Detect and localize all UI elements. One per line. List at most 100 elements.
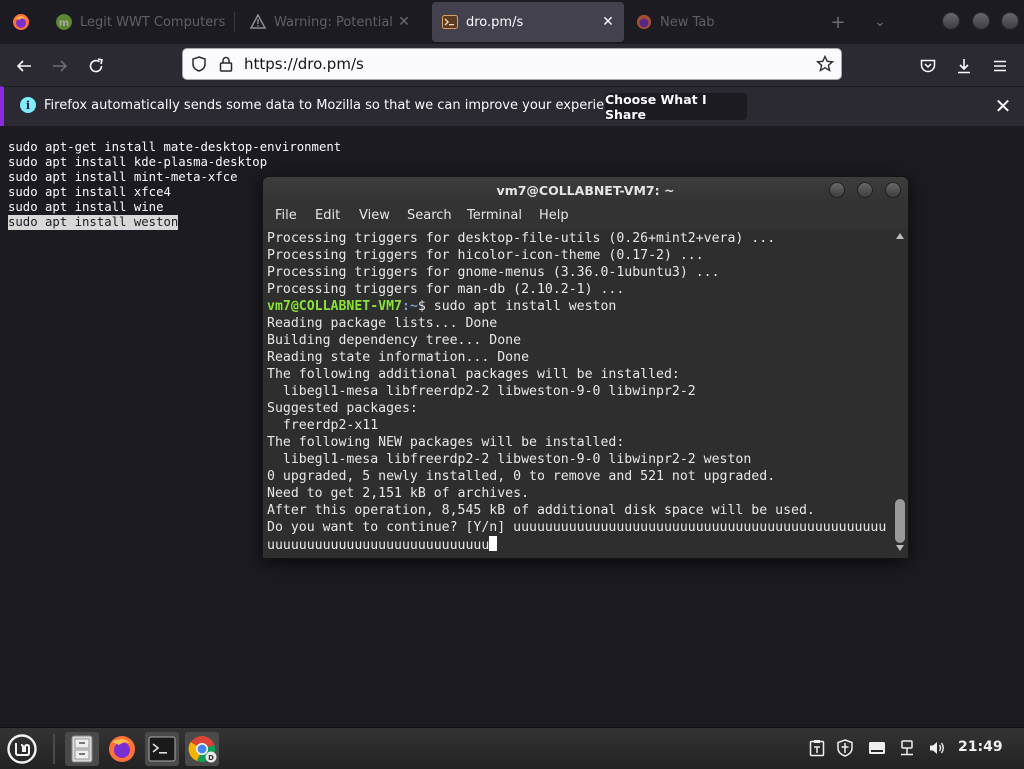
- menu-file[interactable]: File: [275, 208, 297, 223]
- terminal-output[interactable]: Processing triggers for desktop-file-uti…: [263, 229, 893, 557]
- network-icon[interactable]: [896, 737, 918, 759]
- scroll-up-arrow-icon[interactable]: [896, 233, 904, 239]
- output-line: Processing triggers for gnome-menus (3.3…: [267, 265, 720, 280]
- firefox-icon: [636, 14, 652, 30]
- back-button[interactable]: [10, 52, 38, 80]
- text-cursor: [489, 536, 498, 551]
- tab-security-warning[interactable]: Warning: Potential Security Risk ✕: [242, 2, 422, 42]
- menu-terminal[interactable]: Terminal: [467, 208, 522, 223]
- close-icon[interactable]: ✕: [992, 94, 1014, 118]
- close-icon[interactable]: ✕: [394, 12, 414, 32]
- forward-button[interactable]: [46, 52, 74, 80]
- file-manager-launcher[interactable]: [65, 732, 99, 766]
- menu-search[interactable]: Search: [407, 208, 452, 223]
- hamburger-menu-icon: [994, 60, 1006, 72]
- output-line: The following NEW packages will be insta…: [267, 435, 625, 450]
- choose-what-i-share-button[interactable]: Choose What I Share: [605, 92, 747, 122]
- tab-legit-computers[interactable]: m Legit WWT Computers: [48, 2, 228, 42]
- mint-menu-button[interactable]: [5, 732, 39, 766]
- terminal-window[interactable]: vm7@COLLABNET-VM7: ~ File Edit View Sear…: [262, 176, 909, 559]
- output-line: Need to get 2,151 kB of archives.: [267, 486, 530, 501]
- taskbar: D 21:49: [0, 727, 1024, 769]
- tab-title: Legit WWT Computers: [80, 14, 225, 30]
- firefox-view-button[interactable]: [8, 2, 38, 42]
- scroll-down-arrow-icon[interactable]: [896, 545, 904, 551]
- input-line[interactable]: uuuuuuuuuuuuuuuuuuuuuuuuuuuu: [267, 536, 886, 554]
- tab-title: Warning: Potential Security Risk: [274, 14, 394, 30]
- firefox-launcher[interactable]: [105, 732, 139, 766]
- terminal-maximize-button[interactable]: [857, 182, 873, 198]
- maximize-button[interactable]: [972, 12, 990, 30]
- output-line: libegl1-mesa libfreerdp2-2 libweston-9-0…: [267, 384, 696, 399]
- tab-strip: m Legit WWT Computers Warning: Potential…: [0, 0, 1024, 44]
- command-line: sudo apt install kde-plasma-desktop: [8, 155, 268, 169]
- menu-edit[interactable]: Edit: [315, 208, 340, 223]
- pocket-icon: [920, 59, 936, 73]
- selected-command-line[interactable]: sudo apt install weston: [8, 215, 179, 230]
- data-reporting-notification: i Firefox automatically sends some data …: [0, 86, 1024, 126]
- warning-icon: [250, 14, 266, 29]
- close-icon[interactable]: ✕: [598, 12, 618, 32]
- bookmark-star-icon[interactable]: [816, 55, 834, 73]
- list-all-tabs-chevron-down-icon[interactable]: ⌄: [870, 12, 890, 32]
- mint-logo-icon: [7, 734, 37, 764]
- terminal-page-icon: [442, 15, 458, 29]
- tab-separator: [234, 12, 235, 32]
- scrollbar-thumb[interactable]: [895, 499, 905, 543]
- tab-title: New Tab: [660, 14, 715, 30]
- taskbar-separator: [53, 734, 55, 764]
- keyboard-icon[interactable]: [866, 737, 888, 759]
- terminal-scrollbar[interactable]: [893, 229, 907, 557]
- output-line: Processing triggers for desktop-file-uti…: [267, 231, 776, 246]
- notification-text: Firefox automatically sends some data to…: [44, 98, 632, 113]
- prompt-line: vm7@COLLABNET-VM7:~$ sudo apt install we…: [267, 298, 886, 315]
- firefox-icon: [13, 14, 29, 30]
- prompt-path: :~: [401, 299, 418, 314]
- navigation-toolbar: https://dro.pm/s: [0, 44, 1024, 86]
- output-line: Processing triggers for hicolor-icon-the…: [267, 248, 704, 263]
- menu-view[interactable]: View: [359, 208, 390, 223]
- firefox-icon: [109, 736, 135, 762]
- downloads-button[interactable]: [950, 52, 978, 80]
- output-line: 0 upgraded, 5 newly installed, 0 to remo…: [267, 469, 776, 484]
- menu-help[interactable]: Help: [539, 208, 569, 223]
- svg-text:D: D: [208, 754, 214, 762]
- reload-icon: [89, 58, 103, 73]
- back-arrow-icon: [16, 60, 31, 72]
- forward-arrow-icon: [53, 60, 68, 72]
- info-icon: i: [20, 97, 36, 113]
- tab-dro-pm[interactable]: dro.pm/s ✕: [432, 2, 624, 42]
- close-window-button[interactable]: [1001, 12, 1019, 30]
- output-line: The following additional packages will b…: [267, 367, 680, 382]
- output-line: Building dependency tree... Done: [267, 333, 522, 348]
- clock[interactable]: 21:49: [958, 739, 1003, 755]
- new-tab-plus-icon[interactable]: +: [828, 12, 848, 33]
- output-line: Do you want to continue? [Y/n] uuuuuuuuu…: [267, 520, 887, 535]
- clipboard-icon[interactable]: [806, 737, 828, 759]
- output-line: libegl1-mesa libfreerdp2-2 libweston-9-0…: [267, 452, 752, 467]
- terminal-lines: Processing triggers for desktop-file-uti…: [267, 230, 886, 554]
- file-cabinet-icon: [71, 735, 93, 763]
- output-line: freerdp2-x11: [267, 418, 379, 433]
- prompt-user: vm7@COLLABNET-VM7: [267, 299, 402, 314]
- terminal-close-button[interactable]: [885, 182, 901, 198]
- chrome-launcher[interactable]: D: [185, 732, 219, 766]
- tab-new-tab[interactable]: New Tab: [628, 2, 808, 42]
- update-manager-shield-icon[interactable]: [834, 737, 856, 759]
- url-text[interactable]: https://dro.pm/s: [244, 55, 364, 73]
- prompt-command: $ sudo apt install weston: [417, 299, 617, 314]
- output-line: After this operation, 8,545 kB of additi…: [267, 503, 815, 518]
- minimize-button[interactable]: [942, 12, 960, 30]
- terminal-minimize-button[interactable]: [829, 182, 845, 198]
- tracking-protection-shield-icon[interactable]: [190, 55, 208, 73]
- url-bar[interactable]: https://dro.pm/s: [183, 49, 841, 79]
- terminal-titlebar[interactable]: vm7@COLLABNET-VM7: ~: [263, 177, 908, 203]
- svg-text:m: m: [59, 18, 69, 29]
- pocket-button[interactable]: [914, 52, 942, 80]
- mint-logo-icon: m: [56, 14, 72, 30]
- lock-icon[interactable]: [217, 55, 235, 73]
- terminal-launcher[interactable]: [145, 732, 179, 766]
- app-menu-button[interactable]: [986, 52, 1014, 80]
- reload-button[interactable]: [82, 52, 110, 80]
- volume-icon[interactable]: [926, 737, 948, 759]
